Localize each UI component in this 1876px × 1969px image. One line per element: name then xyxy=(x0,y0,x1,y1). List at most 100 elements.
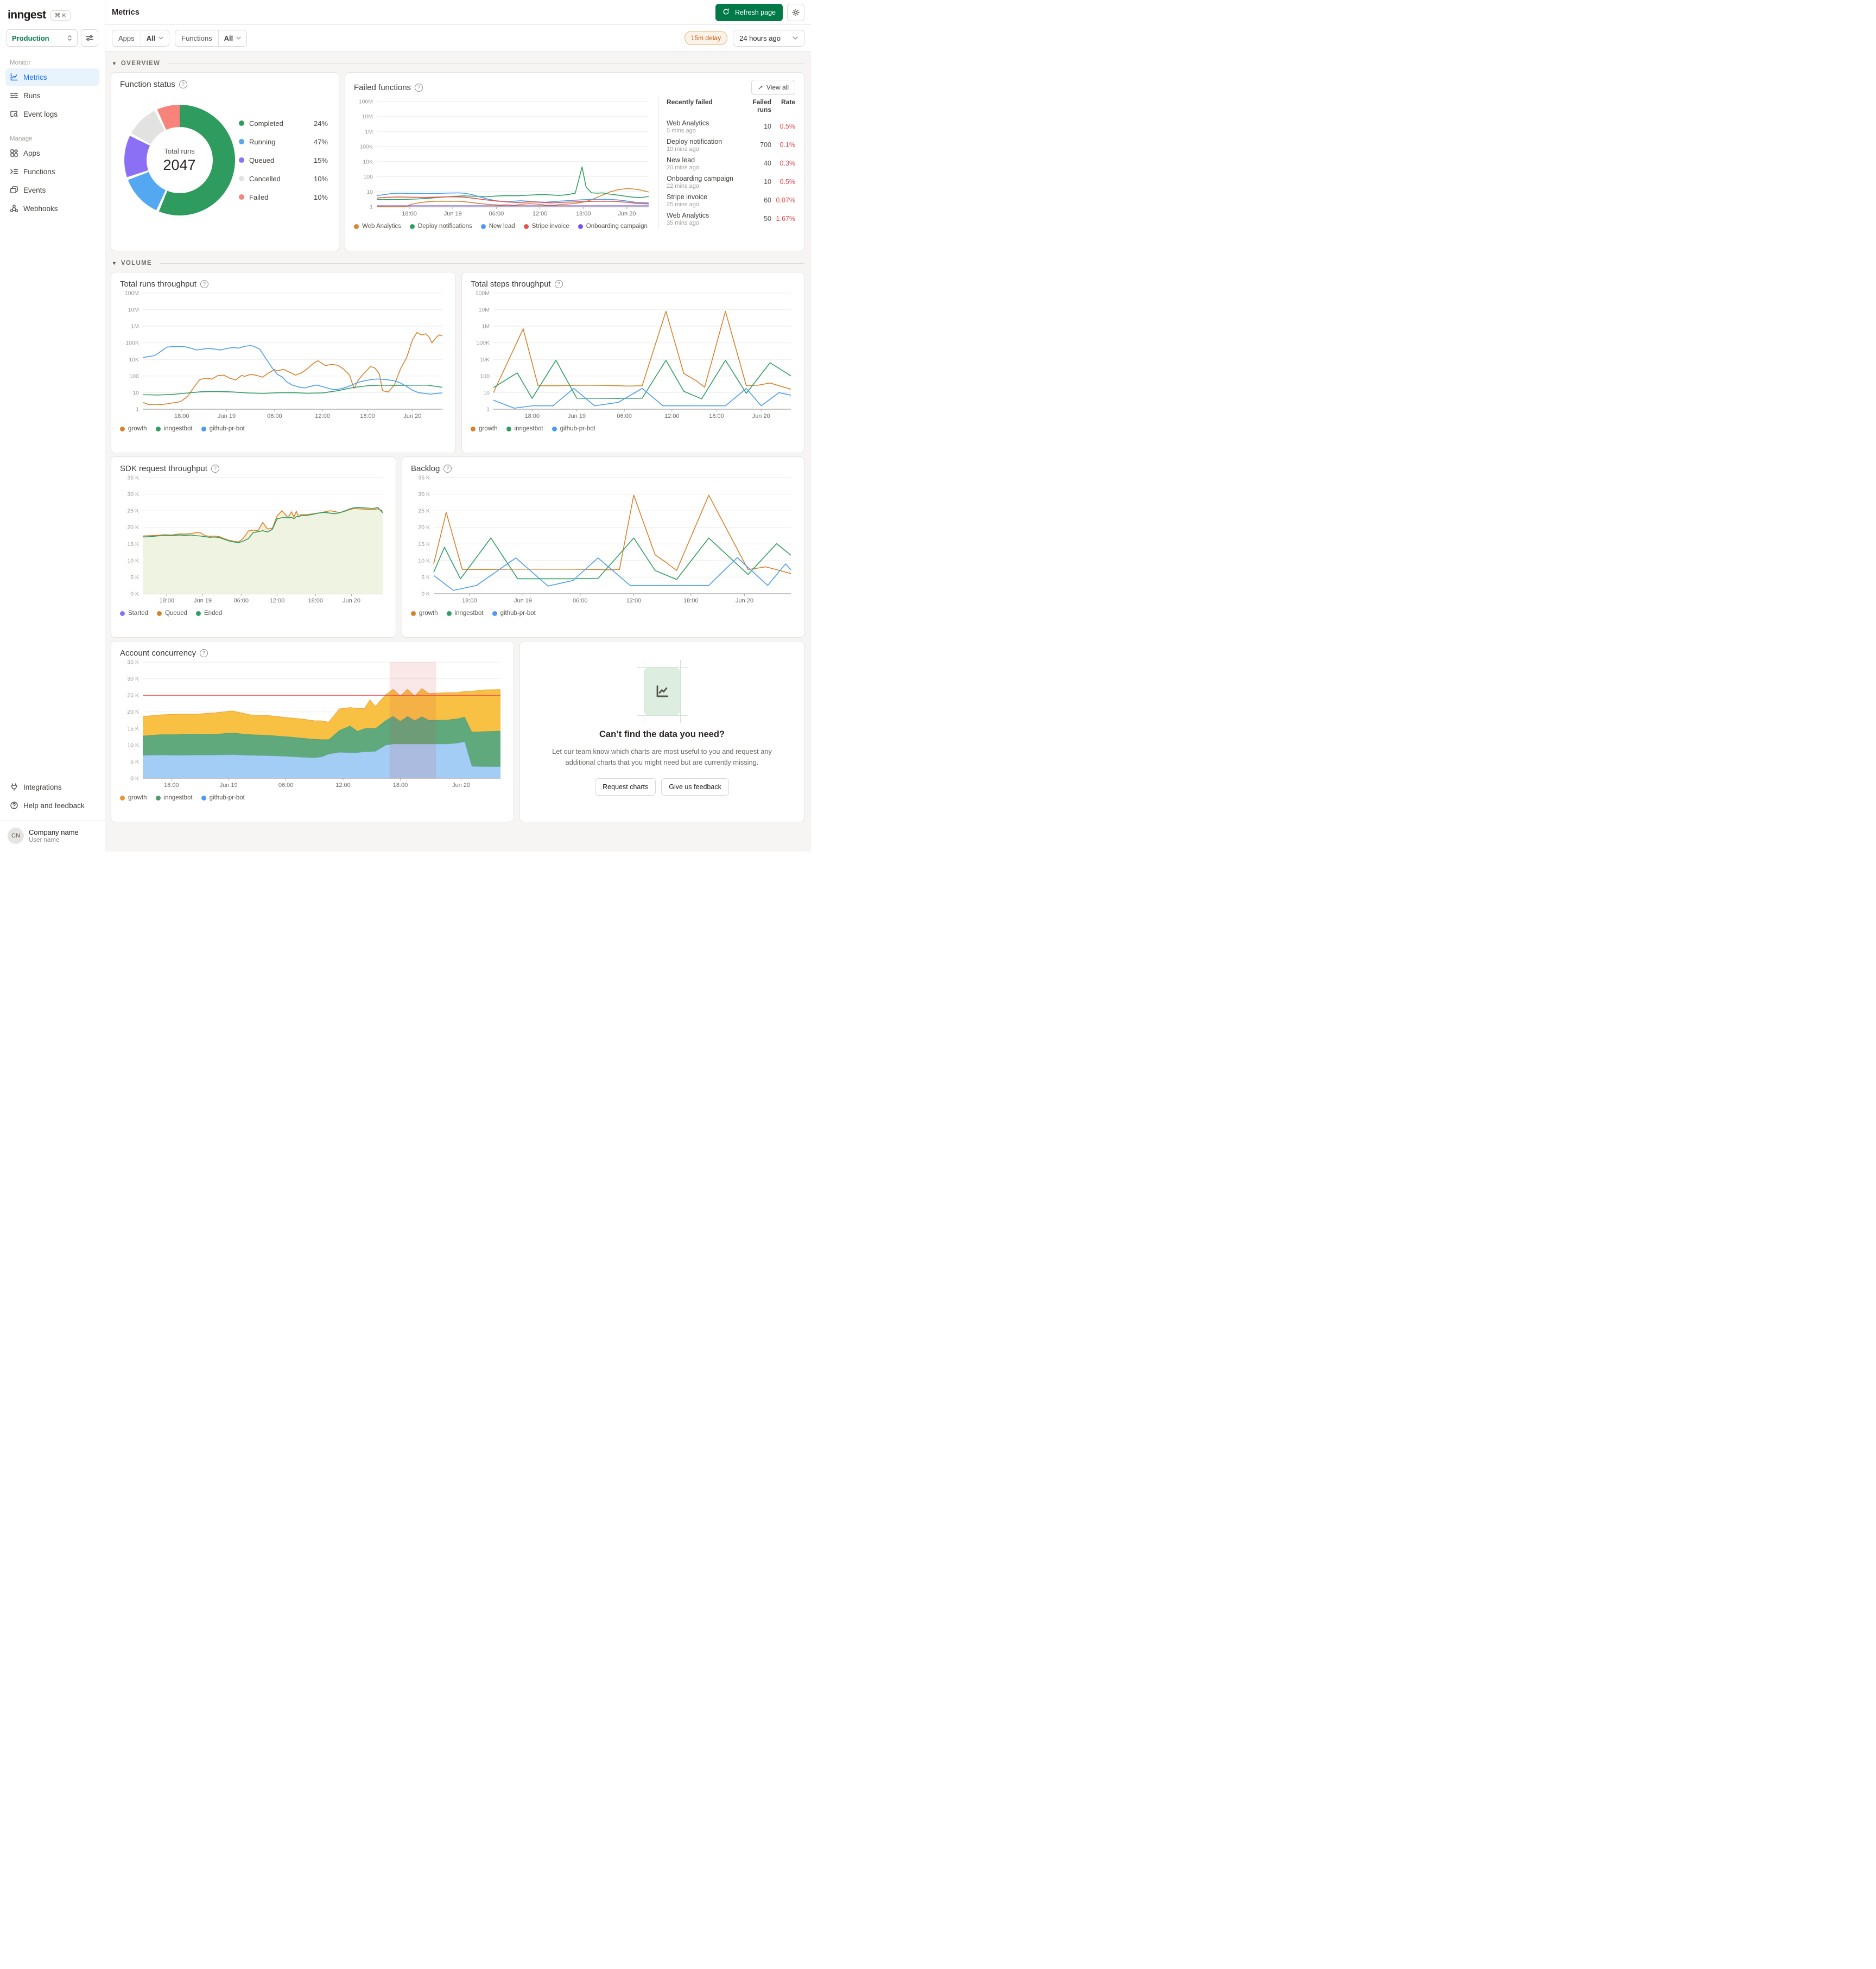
sidebar-item-functions[interactable]: Functions xyxy=(5,163,99,180)
help-icon[interactable]: ? xyxy=(179,80,187,88)
donut-legend-item: Completed 24% xyxy=(239,119,328,128)
environment-value: Production xyxy=(12,34,49,42)
help-icon[interactable]: ? xyxy=(554,280,563,288)
sidebar-item-metrics[interactable]: Metrics xyxy=(5,68,99,86)
sidebar-item-webhooks[interactable]: Webhooks xyxy=(5,200,99,217)
apps-filter[interactable]: Apps All xyxy=(112,29,170,47)
main: Metrics Refresh page Apps All Functions … xyxy=(105,0,811,852)
svg-text:1: 1 xyxy=(136,406,139,413)
svg-text:100M: 100M xyxy=(125,290,139,297)
help-icon[interactable]: ? xyxy=(200,649,208,657)
total-runs-throughput-card: Total runs throughput? 100M 10M 1M 100K 10K 1… xyxy=(111,272,456,453)
account-menu[interactable]: CN Company name User name xyxy=(5,825,99,846)
svg-text:Jun 20: Jun 20 xyxy=(736,598,753,604)
svg-text:0 K: 0 K xyxy=(130,776,139,782)
svg-text:06:00: 06:00 xyxy=(489,211,504,217)
time-range-select[interactable]: 24 hours ago xyxy=(733,29,804,47)
sidebar-item-integrations[interactable]: Integrations xyxy=(5,778,99,796)
svg-text:5 K: 5 K xyxy=(130,574,139,581)
sdk-request-throughput-card: SDK request throughput? 35 K 30 K 25 K 20 K… xyxy=(111,456,396,638)
svg-text:100: 100 xyxy=(480,373,490,379)
environment-select[interactable]: Production xyxy=(7,29,78,47)
svg-text:1: 1 xyxy=(486,406,490,413)
sidebar-item-event-logs[interactable]: Event logs xyxy=(5,105,99,123)
help-icon[interactable]: ? xyxy=(443,465,452,473)
svg-text:06:00: 06:00 xyxy=(233,598,249,604)
sidebar-item-events[interactable]: Events xyxy=(5,181,99,199)
card-title: Function status xyxy=(120,80,175,89)
svg-text:15 K: 15 K xyxy=(418,541,430,548)
section-volume[interactable]: ▼ VOLUME xyxy=(111,257,806,272)
refresh-page-button[interactable]: Refresh page xyxy=(715,3,783,21)
svg-text:10K: 10K xyxy=(129,357,139,363)
functions-filter[interactable]: Functions All xyxy=(175,29,248,47)
content: ▼ OVERVIEW Function status? Total runs 2… xyxy=(105,52,811,852)
recently-failed-row[interactable]: Web Analytics 35 mins ago 50 1.67% xyxy=(667,209,795,228)
collapse-triangle-icon: ▼ xyxy=(112,261,117,266)
card-title: Backlog xyxy=(411,464,440,473)
svg-text:10: 10 xyxy=(132,390,139,396)
apps-icon xyxy=(10,149,18,157)
environment-filter-button[interactable] xyxy=(81,29,98,47)
card-title: Failed functions xyxy=(354,82,411,92)
svg-text:5 K: 5 K xyxy=(421,574,430,581)
legend-item: Stripe invoice xyxy=(523,223,569,230)
give-feedback-button[interactable]: Give us feedback xyxy=(661,778,729,796)
help-icon[interactable]: ? xyxy=(211,465,219,473)
collapse-triangle-icon: ▼ xyxy=(112,61,117,66)
recently-failed-row[interactable]: New lead 20 mins ago 40 0.3% xyxy=(667,154,795,173)
sidebar-item-runs[interactable]: Runs xyxy=(5,87,99,104)
legend-item: Ended xyxy=(196,610,222,617)
nav-section-label: Manage xyxy=(10,136,33,142)
sidebar-item-help-and-feedback[interactable]: Help and feedback xyxy=(5,797,99,814)
svg-text:Jun 20: Jun 20 xyxy=(403,413,421,420)
view-all-button[interactable]: ↗ View all xyxy=(751,80,795,95)
svg-text:10: 10 xyxy=(483,390,490,396)
integrations-icon xyxy=(10,783,18,791)
request-charts-card: Can’t find the data you need? Let our te… xyxy=(519,641,804,822)
svg-text:10K: 10K xyxy=(479,357,490,363)
svg-text:100K: 100K xyxy=(125,340,139,346)
svg-text:18:00: 18:00 xyxy=(709,413,724,420)
recently-failed-row[interactable]: Stripe invoice 25 mins ago 60 0.07% xyxy=(667,191,795,209)
function-status-card: Function status? Total runs 2047 Complet xyxy=(111,72,339,251)
svg-text:12:00: 12:00 xyxy=(533,211,548,217)
svg-text:20 K: 20 K xyxy=(418,524,430,531)
svg-text:18:00: 18:00 xyxy=(393,782,408,789)
backlog-chart-legend: growth inngestbot github-pr-bot xyxy=(411,610,795,617)
donut-legend-item: Queued 15% xyxy=(239,156,328,164)
chevron-down-icon xyxy=(159,36,163,40)
section-overview[interactable]: ▼ OVERVIEW xyxy=(111,57,806,72)
help-icon[interactable]: ? xyxy=(200,280,208,288)
svg-text:20 K: 20 K xyxy=(127,709,139,715)
svg-text:Jun 19: Jun 19 xyxy=(220,782,238,789)
svg-text:10M: 10M xyxy=(362,113,373,120)
command-palette-shortcut[interactable]: ⌘ K xyxy=(50,10,71,21)
svg-text:12:00: 12:00 xyxy=(270,598,285,604)
total-steps-chart: 100M 10M 1M 100K 10K 100 10 1 18:00 Jun 19 06:00 12… xyxy=(471,289,795,422)
sidebar-item-apps[interactable]: Apps xyxy=(5,144,99,162)
function-status-legend: Completed 24% Running 47% Queued 15% Cancelled… xyxy=(239,119,330,201)
request-card-description: Let our team know which charts are most … xyxy=(552,747,772,766)
help-icon xyxy=(10,801,18,810)
help-icon[interactable]: ? xyxy=(415,83,423,92)
recently-failed-row[interactable]: Web Analytics 5 mins ago 10 0.5% xyxy=(667,117,795,136)
card-title: SDK request throughput xyxy=(120,464,207,473)
svg-text:18:00: 18:00 xyxy=(576,211,591,217)
svg-text:06:00: 06:00 xyxy=(573,598,588,604)
backlog-card: Backlog? 35 K 30 K 25 K 20 K 15 K 10 K 5 K 0 K 1… xyxy=(402,456,804,638)
svg-text:06:00: 06:00 xyxy=(267,413,282,420)
total-steps-throughput-card: Total steps throughput? 100M 10M 1M 100K 10K… xyxy=(461,272,804,453)
svg-text:Jun 20: Jun 20 xyxy=(452,782,470,789)
chevron-down-icon xyxy=(236,36,241,40)
svg-text:10M: 10M xyxy=(479,307,490,313)
svg-text:100K: 100K xyxy=(476,340,490,346)
inngest-logo: inngest xyxy=(8,9,46,21)
request-charts-button[interactable]: Request charts xyxy=(595,778,656,796)
svg-text:Jun 19: Jun 19 xyxy=(444,211,462,217)
legend-item: Started xyxy=(120,610,148,617)
legend-item: github-pr-bot xyxy=(201,425,245,432)
recently-failed-row[interactable]: Deploy notification 10 mins ago 700 0.1% xyxy=(667,136,795,154)
settings-button[interactable] xyxy=(787,3,804,21)
recently-failed-row[interactable]: Onboarding campaign 22 mins ago 10 0.5% xyxy=(667,173,795,191)
